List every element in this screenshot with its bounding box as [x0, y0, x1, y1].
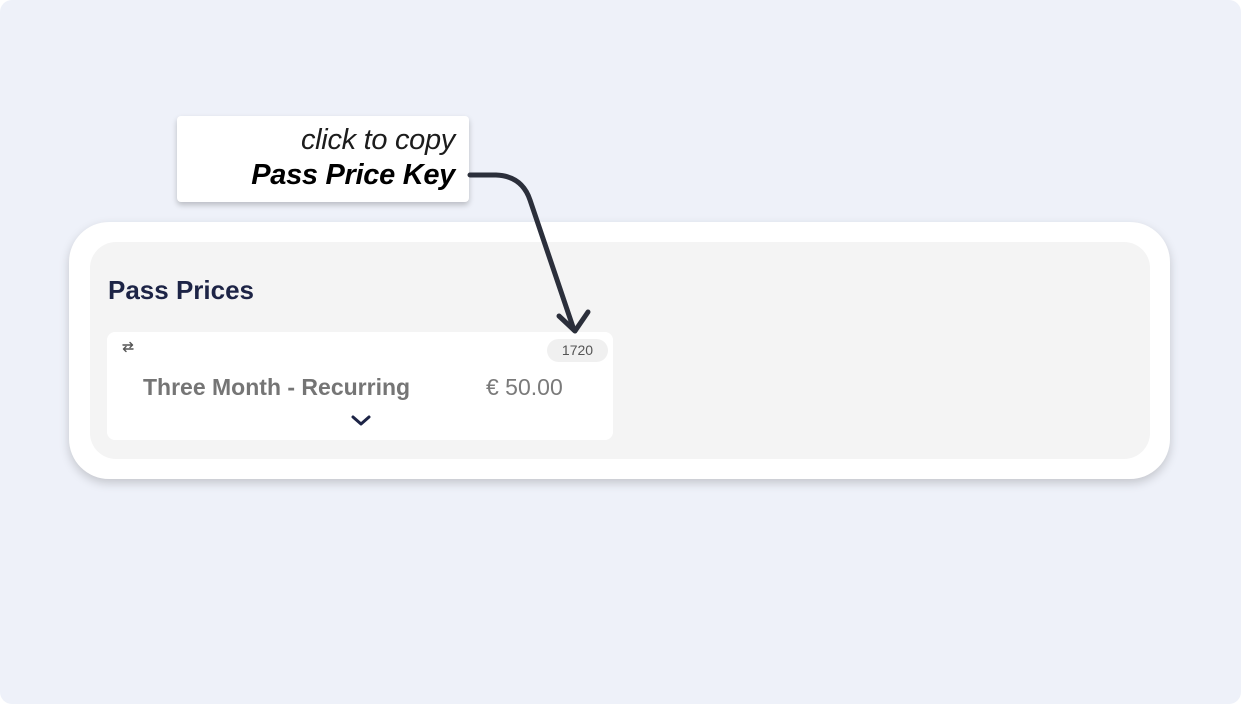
- price-key-badge[interactable]: 1720: [547, 339, 608, 362]
- repeat-icon: [122, 341, 134, 353]
- callout-line-subject: Pass Price Key: [251, 159, 455, 191]
- section-title: Pass Prices: [108, 275, 255, 305]
- canvas: click to copy Pass Price Key Pass Prices…: [0, 0, 1241, 704]
- price-amount: € 50.00: [486, 374, 563, 400]
- chevron-down-icon[interactable]: [350, 413, 372, 429]
- price-name: Three Month - Recurring: [143, 374, 411, 400]
- tooltip-callout: click to copy Pass Price Key: [177, 116, 469, 202]
- callout-line-instruction: click to copy: [300, 124, 455, 156]
